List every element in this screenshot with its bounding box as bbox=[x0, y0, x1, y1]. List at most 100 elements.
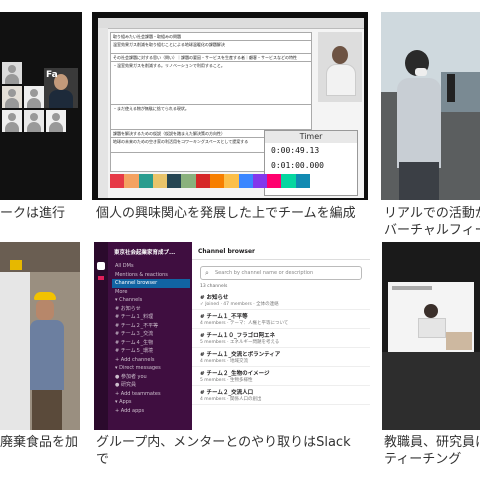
timer-elapsed: 0:00:49.13 bbox=[271, 146, 320, 155]
photo-laptop-teaching bbox=[382, 242, 480, 430]
participant-thumbnail bbox=[46, 110, 66, 132]
person-pants bbox=[399, 162, 439, 200]
channel-description: 4 members · テーマ：人権と平等について bbox=[200, 321, 289, 326]
sign bbox=[10, 260, 22, 270]
doc-row: その社会課題に対する思い（問い）｜課題の要因・サービスを生産する者｜顧客・サービ… bbox=[111, 54, 311, 62]
channel-row[interactable]: # チーム１_交流とボランティア 4 members · 地域交流 bbox=[192, 348, 370, 367]
toolbar bbox=[98, 18, 364, 29]
channel-row[interactable]: # お知らせ ✓ Joined · 47 members · 全体の連絡 bbox=[192, 291, 370, 310]
workspace-rail bbox=[94, 242, 108, 430]
caption-4: 廃棄食品を加 bbox=[0, 435, 79, 450]
stripe-segment bbox=[209, 174, 225, 188]
person-face bbox=[36, 300, 54, 320]
sidebar-item[interactable]: + Add teammates bbox=[112, 390, 190, 399]
sidebar-item[interactable]: ● 研究員 bbox=[112, 381, 190, 390]
channel-description: 4 members · 地域交流 bbox=[200, 359, 248, 364]
photo-document-session: 取り組みたい社会課題・取組みの問題 温室効果ガス削減を取り組むことによる地球温暖… bbox=[92, 12, 368, 200]
participant-thumbnail bbox=[2, 110, 22, 132]
sacks bbox=[0, 272, 30, 430]
stripe-segment bbox=[238, 174, 253, 188]
sidebar-item[interactable]: # お知らせ bbox=[112, 305, 190, 314]
stripe-segment bbox=[195, 174, 210, 188]
stripe-segment bbox=[124, 174, 139, 188]
timer-total: 0:01:00.000 bbox=[271, 161, 324, 170]
sidebar-item[interactable]: + Add channels bbox=[112, 356, 190, 365]
doc-row: ・まだ使える物が無駄に捨てられる現状。 bbox=[111, 105, 311, 130]
channel-description: ✓ Joined · 47 members · 全体の連絡 bbox=[200, 302, 279, 307]
caption-2: 個人の興味関心を発展した上でチームを編成 bbox=[96, 206, 356, 221]
caption-1: ークは進行 bbox=[0, 206, 66, 221]
channel-list: # お知らせ ✓ Joined · 47 members · 全体の連絡 # チーム… bbox=[192, 291, 370, 405]
flag-icon bbox=[98, 276, 104, 280]
participant-thumbnail bbox=[24, 86, 44, 108]
channel-name: # チーム１_不平等 bbox=[200, 314, 248, 320]
doc-row: 取り組みたい社会課題・取組みの問題 bbox=[111, 33, 311, 41]
channel-row[interactable]: # チーム１０_フラゴロ阿エネ 5 members · エネルギー問題を考える bbox=[192, 329, 370, 348]
participant-thumbnail bbox=[2, 86, 22, 108]
channel-browser: Channel browser Search by channel name o… bbox=[192, 242, 370, 430]
channel-name: # お知らせ bbox=[200, 295, 229, 301]
sidebar-item[interactable]: ▾ Channels bbox=[112, 296, 190, 305]
hard-hat bbox=[34, 292, 56, 300]
stripe-segment bbox=[267, 174, 282, 188]
slack-nav: All DMs Mentions & reactions Channel brows… bbox=[112, 262, 190, 415]
stripe-segment bbox=[224, 174, 239, 188]
channel-browser-title: Channel browser bbox=[192, 242, 370, 260]
workspace-name[interactable]: 東京社会起業家育成プ... bbox=[114, 248, 175, 256]
channel-name: # チーム２_交流人口 bbox=[200, 390, 254, 396]
laptop-screen bbox=[388, 282, 474, 352]
sidebar-item[interactable]: ▾ Apps bbox=[112, 398, 190, 407]
camera-gimbal bbox=[447, 74, 455, 102]
stripe-segment bbox=[281, 174, 296, 188]
sidebar-item[interactable]: ● 参加者 you bbox=[112, 373, 190, 382]
channel-row[interactable]: # チーム２_生物のイメージ 5 members · 生物多様性 bbox=[192, 367, 370, 386]
sidebar-item[interactable]: More bbox=[112, 288, 190, 297]
channel-row[interactable]: # チーム２_交流人口 4 members · 関係人口の創出 bbox=[192, 386, 370, 405]
stripe-segment bbox=[110, 174, 125, 188]
channel-count: 13 channels bbox=[200, 284, 228, 289]
channel-name: # チーム２_生物のイメージ bbox=[200, 371, 270, 377]
workspace-icon[interactable] bbox=[97, 262, 105, 270]
caption-5a: グループ内、メンターとのやり取りはSlack bbox=[96, 435, 351, 450]
sidebar-item[interactable]: # チーム５_環境 bbox=[112, 347, 190, 356]
participant-thumbnail bbox=[24, 110, 44, 132]
person-shirt bbox=[30, 320, 64, 390]
screen-text: Fa bbox=[46, 70, 58, 80]
photo-slack-screen: 東京社会起業家育成プ... All DMs Mentions & reaction… bbox=[94, 242, 370, 430]
caption-3a: リアルでの活動が bbox=[384, 206, 480, 221]
caption-6b: ティーチング bbox=[384, 452, 462, 467]
sidebar-item[interactable]: + Add apps bbox=[112, 407, 190, 416]
sidebar-item[interactable]: # チーム３_交流 bbox=[112, 330, 190, 339]
color-strip bbox=[110, 174, 310, 188]
sidebar-item[interactable]: # チーム４_生物 bbox=[112, 339, 190, 348]
stripe-segment bbox=[252, 174, 268, 188]
sidebar-item[interactable]: Mentions & reactions bbox=[112, 271, 190, 280]
sidebar-item[interactable]: # チーム１_料理 bbox=[112, 313, 190, 322]
channel-search-input[interactable]: Search by channel name or description bbox=[200, 266, 362, 280]
side-toolbar bbox=[98, 28, 108, 198]
channel-description: 5 members · 生物多様性 bbox=[200, 378, 253, 383]
sidebar-item[interactable]: Channel browser bbox=[112, 279, 190, 288]
stripe-segment bbox=[295, 174, 310, 188]
sidebar-item[interactable]: All DMs bbox=[112, 262, 190, 271]
person-shirt bbox=[397, 78, 441, 168]
stripe-segment bbox=[181, 174, 196, 188]
timer-title: Timer bbox=[265, 131, 357, 143]
photo-outdoor-filming bbox=[381, 12, 480, 200]
channel-row[interactable]: # チーム１_不平等 4 members · テーマ：人権と平等について bbox=[192, 310, 370, 329]
sidebar-item[interactable]: # チーム２_不平等 bbox=[112, 322, 190, 331]
channel-description: 5 members · エネルギー問題を考える bbox=[200, 340, 280, 345]
stripe-segment bbox=[152, 174, 168, 188]
stripe-segment bbox=[138, 174, 153, 188]
person-pants bbox=[32, 390, 62, 430]
laptop-keyboard bbox=[382, 352, 480, 430]
face-mask bbox=[415, 68, 427, 76]
presenter-camera bbox=[318, 32, 362, 102]
channel-name: # チーム１０_フラゴロ阿エネ bbox=[200, 333, 276, 339]
sidebar-item[interactable]: ▾ Direct messages bbox=[112, 364, 190, 373]
participant-thumbnail bbox=[2, 62, 22, 84]
caption-6a: 教職員、研究員に bbox=[384, 435, 480, 450]
photo-warehouse bbox=[0, 242, 80, 430]
photo-video-call: Fa bbox=[0, 12, 82, 200]
slack-sidebar: 東京社会起業家育成プ... All DMs Mentions & reaction… bbox=[94, 242, 192, 430]
